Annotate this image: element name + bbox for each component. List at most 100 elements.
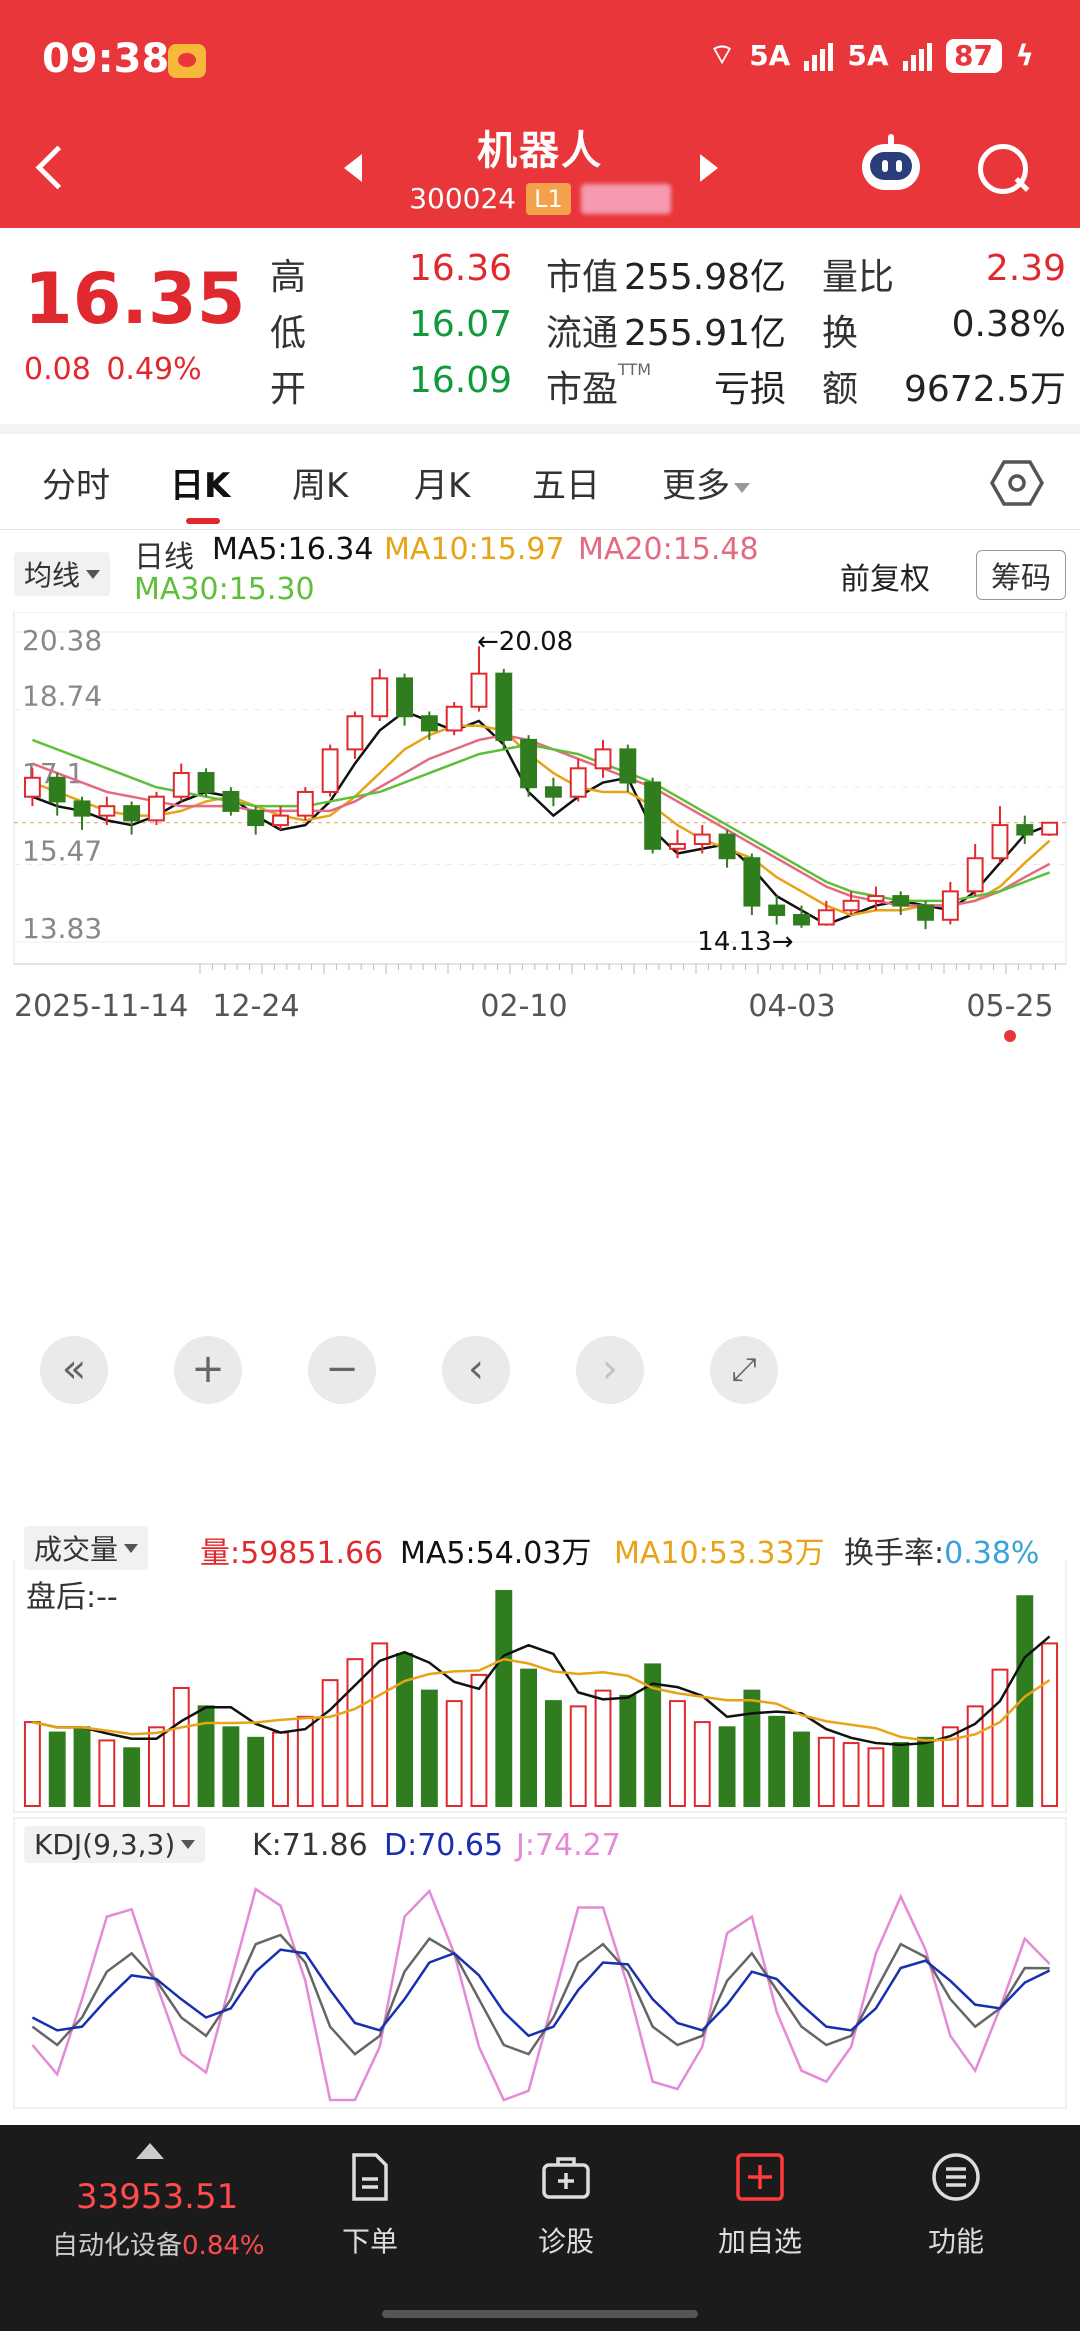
min-price-label: 14.13→ — [697, 927, 793, 957]
volume-bar — [73, 1726, 91, 1807]
back-arrow-icon[interactable] — [30, 138, 70, 198]
x-tick-label: 2025-11-14 — [14, 989, 188, 1024]
nav-functions[interactable]: 功能 — [886, 2149, 1026, 2260]
candle-body — [966, 857, 984, 893]
volume-bar — [892, 1742, 910, 1807]
nav-diagnose[interactable]: 诊股 — [496, 2149, 636, 2260]
kdj-j-line — [31, 1887, 1051, 2102]
tab-intraday[interactable]: 分时 — [42, 458, 110, 507]
x-tick-label: 12-24 — [212, 989, 299, 1024]
sector-index-value[interactable]: 33953.51 — [76, 2177, 238, 2217]
ai-robot-icon[interactable] — [858, 134, 922, 194]
candle-body — [296, 790, 314, 817]
tab-daily-k[interactable]: 日K — [170, 458, 230, 507]
candle-body — [867, 895, 885, 902]
signal-icon-2 — [902, 41, 932, 71]
volume-bar — [817, 1736, 835, 1807]
volume-bar — [470, 1673, 488, 1807]
candle-body — [420, 715, 438, 732]
candle-body — [470, 672, 488, 708]
main-plot-frame — [13, 612, 1067, 965]
volume-bar — [123, 1747, 141, 1807]
caret-down-icon — [124, 1543, 139, 1553]
volume-bar — [917, 1736, 934, 1807]
change-percent: 0.49% — [106, 352, 202, 387]
blurred-badge — [580, 183, 671, 214]
volume-bar — [1041, 1642, 1059, 1807]
sector-index-name[interactable]: 自动化设备0.84% — [52, 2225, 265, 2262]
scroll-left-icon[interactable]: ‹ — [442, 1336, 510, 1404]
volratio-label: 量比 — [822, 257, 895, 298]
stock-title: 机器人 300024 L1 — [340, 118, 740, 215]
candle-body — [23, 776, 41, 798]
candle-body — [768, 904, 786, 917]
volume-bar — [669, 1700, 686, 1807]
zoom-out-icon[interactable]: − — [308, 1336, 376, 1404]
tab-more[interactable]: 更多 — [662, 458, 750, 507]
tab-weekly-k[interactable]: 周K — [292, 458, 348, 507]
volume-bar — [172, 1687, 190, 1807]
mktcap-value: 255.98亿 — [624, 257, 786, 298]
volume-bar — [420, 1689, 438, 1807]
float-label: 流通 — [546, 313, 619, 354]
candle-body — [1016, 824, 1034, 836]
candle-body — [817, 909, 835, 926]
tab-five-day[interactable]: 五日 — [532, 458, 600, 507]
stock-code-row: 300024 L1 — [340, 182, 740, 215]
indicator-charts — [13, 1560, 1067, 2109]
tab-monthly-k[interactable]: 月K — [414, 458, 470, 507]
change-value: 0.08 — [24, 352, 91, 387]
ma20-value: MA20:15.48 — [578, 532, 759, 567]
y-tick-label: 18.74 — [22, 680, 102, 713]
network-label-2: 5A — [847, 39, 889, 72]
stock-detail-page: 09:38 ⌔ 5A 5A 87 ϟ 机器人 300024 L1 16.35 0… — [0, 0, 1080, 2331]
ma-legend: 均线 日线 MA5:16.34 MA10:15.97 MA20:15.48 MA… — [0, 530, 1080, 610]
x-tick-label: 02-10 — [480, 989, 567, 1024]
kdj-k-line — [31, 1933, 1050, 2056]
candle-body — [148, 795, 165, 822]
caret-down-icon — [86, 569, 101, 579]
level-badge: L1 — [526, 182, 571, 215]
volume-bar — [693, 1721, 711, 1807]
search-icon[interactable] — [974, 140, 1030, 196]
scroll-right-icon[interactable]: › — [576, 1336, 644, 1404]
volume-bar — [793, 1731, 810, 1807]
active-tab-indicator — [186, 518, 220, 524]
amount-label: 额 — [822, 369, 859, 410]
volume-bar — [272, 1731, 289, 1807]
candle-body — [718, 833, 736, 860]
turnover-label: 换 — [822, 313, 859, 354]
volume-bar — [768, 1715, 786, 1808]
candle-body — [594, 748, 612, 770]
candle-body — [569, 767, 587, 798]
ma-line-ma10 — [31, 724, 1051, 917]
scroll-left-fast-icon[interactable]: « — [40, 1336, 108, 1404]
volume-bar — [396, 1652, 413, 1807]
home-indicator — [382, 2310, 698, 2318]
kdj-d-line — [31, 1948, 1051, 2038]
nav-add-watchlist[interactable]: 加自选 — [690, 2149, 830, 2260]
candlestick-chart[interactable]: 20.3818.7417.115.4713.83←20.0814.13→2025… — [0, 612, 1080, 1512]
volume-bar — [718, 1726, 736, 1807]
volume-bar — [594, 1689, 612, 1807]
quote-panel: 16.35 0.08 0.49% 高 低 开 16.36 16.07 16.09… — [0, 228, 1080, 424]
volume-bar — [520, 1668, 538, 1808]
next-stock-icon[interactable] — [700, 154, 718, 182]
fullscreen-icon[interactable]: ⤢ — [710, 1336, 778, 1404]
expand-up-icon[interactable] — [136, 2143, 164, 2159]
adjust-mode[interactable]: 前复权 — [840, 554, 930, 598]
indicator-dropdown[interactable]: 均线 — [14, 552, 111, 596]
section-divider — [0, 424, 1080, 434]
chart-settings-icon[interactable] — [990, 458, 1044, 508]
stock-code: 300024 — [409, 182, 517, 215]
zoom-in-icon[interactable]: + — [174, 1336, 242, 1404]
nav-order[interactable]: 下单 — [300, 2149, 440, 2260]
ma30-value: MA30:15.30 — [134, 572, 315, 607]
max-price-label: ←20.08 — [477, 627, 573, 657]
chips-button[interactable]: 筹码 — [976, 550, 1066, 600]
candle-body — [247, 809, 265, 827]
pe-value: 亏损 — [713, 369, 786, 410]
volume-bar — [321, 1679, 339, 1807]
candle-body — [123, 805, 141, 822]
candle-body — [544, 786, 562, 798]
